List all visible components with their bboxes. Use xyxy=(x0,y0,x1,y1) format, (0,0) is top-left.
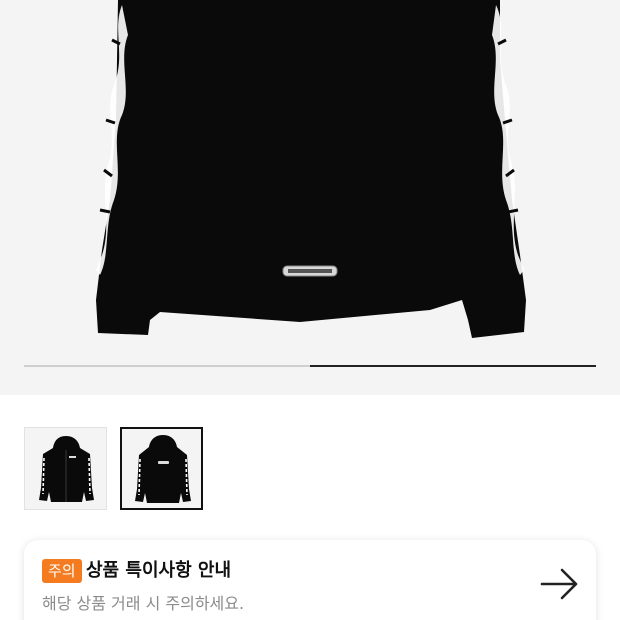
thumbnail-front[interactable] xyxy=(24,427,107,510)
notice-subtitle: 해당 상품 거래 시 주의하세요. xyxy=(42,594,245,613)
thumbnail-strip xyxy=(24,427,203,510)
image-progress-fill xyxy=(310,365,596,367)
notice-tag: 주의 xyxy=(42,559,82,583)
arrow-right-icon[interactable] xyxy=(540,566,580,602)
hoodie-back-image xyxy=(96,0,526,338)
notice-title: 상품 특이사항 안내 xyxy=(86,560,232,581)
product-image-viewer[interactable] xyxy=(0,0,620,395)
notice-card[interactable]: 주의 상품 특이사항 안내 해당 상품 거래 시 주의하세요. xyxy=(24,540,596,620)
hoodie-back-thumbnail-image xyxy=(135,435,191,503)
thumbnail-back[interactable] xyxy=(120,427,203,510)
hoodie-front-thumbnail-image xyxy=(39,436,94,502)
image-progress-track xyxy=(24,365,596,367)
